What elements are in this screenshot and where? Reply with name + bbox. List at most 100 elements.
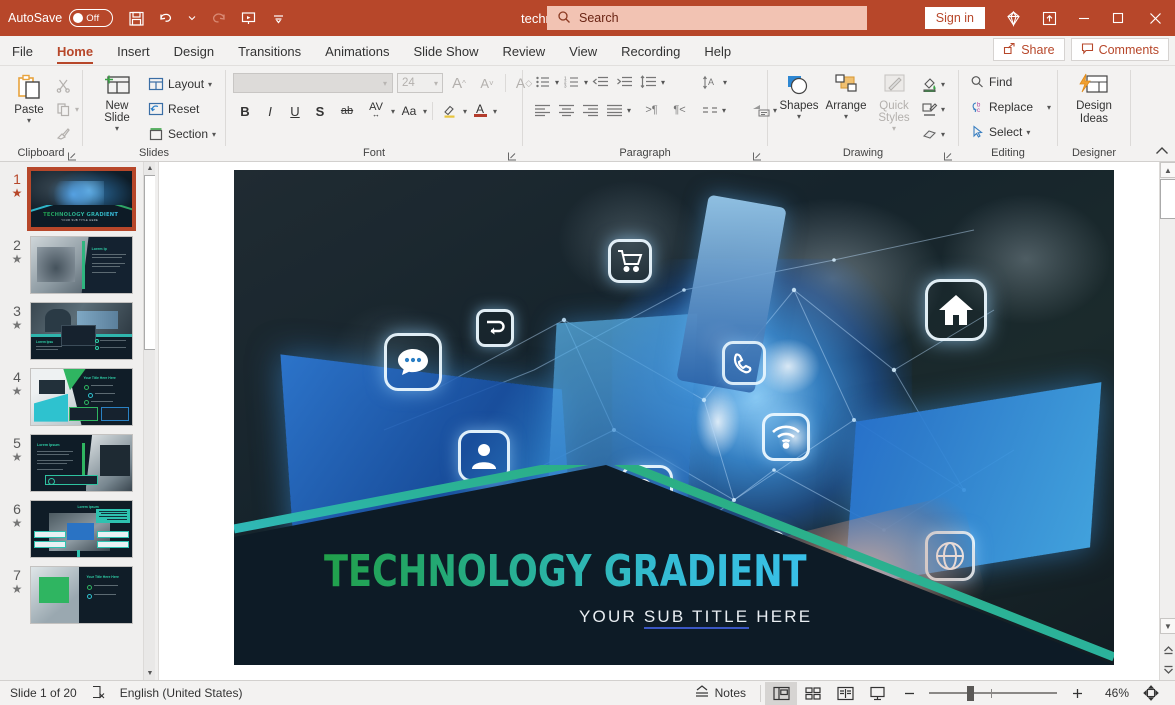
slide-title[interactable]: TECHNOLOGY GRADIENT — [324, 546, 807, 597]
zoom-out-button[interactable] — [893, 682, 925, 705]
slide-thumbnail-5[interactable]: Lorem Ipsum — [30, 434, 133, 492]
ribbon-display-options-icon[interactable] — [1031, 0, 1067, 36]
shapes-button[interactable]: Shapes ▾ — [776, 71, 822, 121]
shape-effects-button[interactable] — [918, 123, 941, 145]
next-slide-button[interactable] — [1160, 662, 1175, 678]
animation-star-icon[interactable]: ★ — [4, 451, 30, 464]
align-right-button[interactable] — [579, 99, 602, 121]
shape-outline-button[interactable] — [918, 98, 941, 120]
zoom-level[interactable]: 46% — [1093, 686, 1135, 700]
reset-button[interactable]: Reset — [145, 98, 219, 120]
change-case-button[interactable]: Aa — [396, 99, 422, 123]
new-slide-dropdown-icon[interactable]: ▾ — [115, 124, 119, 133]
font-name-dropdown-icon[interactable]: ▾ — [383, 79, 387, 88]
minimize-icon[interactable] — [1067, 0, 1101, 36]
animation-star-icon[interactable]: ★ — [4, 517, 30, 530]
slide-thumbnail-1[interactable]: TECHNOLOGY GRADIENT YOUR SUB TITLE HERE — [27, 167, 136, 231]
bullets-button[interactable] — [531, 71, 554, 93]
animation-star-icon[interactable]: ★ — [4, 187, 30, 200]
slide-thumbnail-3[interactable]: Lorem Ipsu — [30, 302, 133, 360]
text-highlight-dropdown-icon[interactable]: ▾ — [463, 107, 467, 116]
right-to-left-button[interactable]: ¶< — [668, 99, 691, 121]
undo-icon[interactable] — [151, 4, 181, 32]
thumbnail-scrollbar[interactable]: ▲ ▼ — [143, 162, 155, 680]
customize-quick-access-toolbar-icon[interactable] — [263, 4, 293, 32]
shape-outline-dropdown-icon[interactable]: ▾ — [941, 105, 945, 114]
format-painter-button[interactable] — [52, 122, 75, 144]
sign-in-button[interactable]: Sign in — [924, 7, 985, 29]
start-presentation-icon[interactable] — [233, 4, 263, 32]
list-item[interactable]: 3 ★ Lorem Ipsu — [0, 294, 143, 360]
character-spacing-dropdown-icon[interactable]: ▾ — [391, 107, 395, 116]
text-highlight-color-button[interactable] — [438, 99, 462, 123]
decrease-indent-button[interactable] — [589, 71, 612, 93]
animation-star-icon[interactable]: ★ — [4, 319, 30, 332]
fit-slide-to-window-button[interactable] — [1135, 682, 1167, 705]
animation-star-icon[interactable]: ★ — [4, 253, 30, 266]
tab-animations[interactable]: Animations — [313, 37, 401, 65]
paste-button[interactable]: Paste ▾ — [6, 71, 52, 125]
language-indicator[interactable]: English (United States) — [120, 686, 243, 700]
layout-dropdown-icon[interactable]: ▾ — [208, 80, 212, 89]
slide-thumbnail-4[interactable]: Your Title Here Here — [30, 368, 133, 426]
select-button[interactable]: Select ▾ — [967, 121, 1033, 143]
list-item[interactable]: 6 ★ Lorem Ipsum — [0, 492, 143, 558]
chevron-up-icon[interactable] — [1155, 145, 1169, 159]
zoom-in-button[interactable] — [1061, 682, 1093, 705]
arrange-button[interactable]: Arrange ▾ — [822, 71, 870, 121]
tab-view[interactable]: View — [557, 37, 609, 65]
section-dropdown-icon[interactable]: ▾ — [212, 130, 216, 139]
tab-recording[interactable]: Recording — [609, 37, 692, 65]
select-dropdown-icon[interactable]: ▾ — [1026, 128, 1030, 137]
list-item[interactable]: 1 ★ TECHNOLOGY GRADIENT YOUR SUB TITLE H… — [0, 162, 143, 231]
paste-dropdown-icon[interactable]: ▾ — [27, 116, 31, 125]
current-slide[interactable]: TECHNOLOGY GRADIENT YOUR SUB TITLE HERE — [234, 170, 1114, 665]
notes-button[interactable]: Notes — [684, 682, 756, 705]
font-color-dropdown-icon[interactable]: ▾ — [493, 107, 497, 116]
scrollbar-thumb[interactable] — [1160, 179, 1175, 219]
left-to-right-button[interactable]: >¶ — [640, 99, 663, 121]
reading-view-button[interactable] — [829, 682, 861, 705]
bullets-dropdown-icon[interactable]: ▾ — [555, 78, 559, 87]
character-spacing-button[interactable]: AV ↔ — [362, 99, 390, 123]
find-button[interactable]: Find — [967, 71, 1015, 93]
undo-dropdown-icon[interactable] — [181, 4, 203, 32]
numbering-button[interactable]: 1 2 3 — [560, 71, 583, 93]
close-icon[interactable] — [1135, 0, 1175, 36]
tab-home[interactable]: Home — [45, 37, 105, 65]
arrange-dropdown-icon[interactable]: ▾ — [844, 112, 848, 121]
shape-fill-dropdown-icon[interactable]: ▾ — [941, 80, 945, 89]
section-button[interactable]: Section ▾ — [145, 123, 219, 145]
scroll-down-button[interactable]: ▼ — [144, 667, 155, 680]
slide-counter[interactable]: Slide 1 of 20 — [10, 686, 77, 700]
strikethrough-button[interactable]: ab — [333, 99, 361, 123]
font-dialog-launcher-icon[interactable] — [507, 149, 518, 161]
paragraph-dialog-launcher-icon[interactable] — [752, 149, 763, 161]
zoom-slider[interactable] — [925, 683, 1061, 703]
grow-font-icon[interactable]: A ^ — [447, 71, 471, 95]
slide-subtitle[interactable]: YOUR SUB TITLE HERE — [579, 607, 812, 629]
underline-button[interactable]: U — [283, 99, 307, 123]
tab-slide-show[interactable]: Slide Show — [401, 37, 490, 65]
slide-thumbnail-2[interactable]: Lorem Ip — [30, 236, 133, 294]
slide-editor-canvas[interactable]: TECHNOLOGY GRADIENT YOUR SUB TITLE HERE … — [159, 162, 1175, 680]
align-left-button[interactable] — [531, 99, 554, 121]
italic-button[interactable]: I — [258, 99, 282, 123]
scrollbar-thumb[interactable] — [144, 175, 155, 350]
maximize-icon[interactable] — [1101, 0, 1135, 36]
list-item[interactable]: 7 ★ Your Title Here Here — [0, 558, 143, 624]
animation-star-icon[interactable]: ★ — [4, 385, 30, 398]
save-icon[interactable] — [121, 4, 151, 32]
cut-button[interactable] — [52, 74, 75, 96]
slide-thumbnail-7[interactable]: Your Title Here Here — [30, 566, 133, 624]
tab-help[interactable]: Help — [692, 37, 743, 65]
font-color-button[interactable]: A — [468, 99, 492, 123]
diamond-icon[interactable] — [995, 0, 1031, 36]
tab-review[interactable]: Review — [491, 37, 558, 65]
shrink-font-icon[interactable]: A ˅ — [475, 71, 499, 95]
line-spacing-dropdown-icon[interactable]: ▾ — [661, 78, 665, 87]
new-slide-button[interactable]: New Slide ▾ — [89, 71, 145, 133]
search-input[interactable]: Search — [547, 6, 867, 30]
design-ideas-button[interactable]: Design Ideas — [1064, 71, 1124, 126]
bold-button[interactable]: B — [233, 99, 257, 123]
